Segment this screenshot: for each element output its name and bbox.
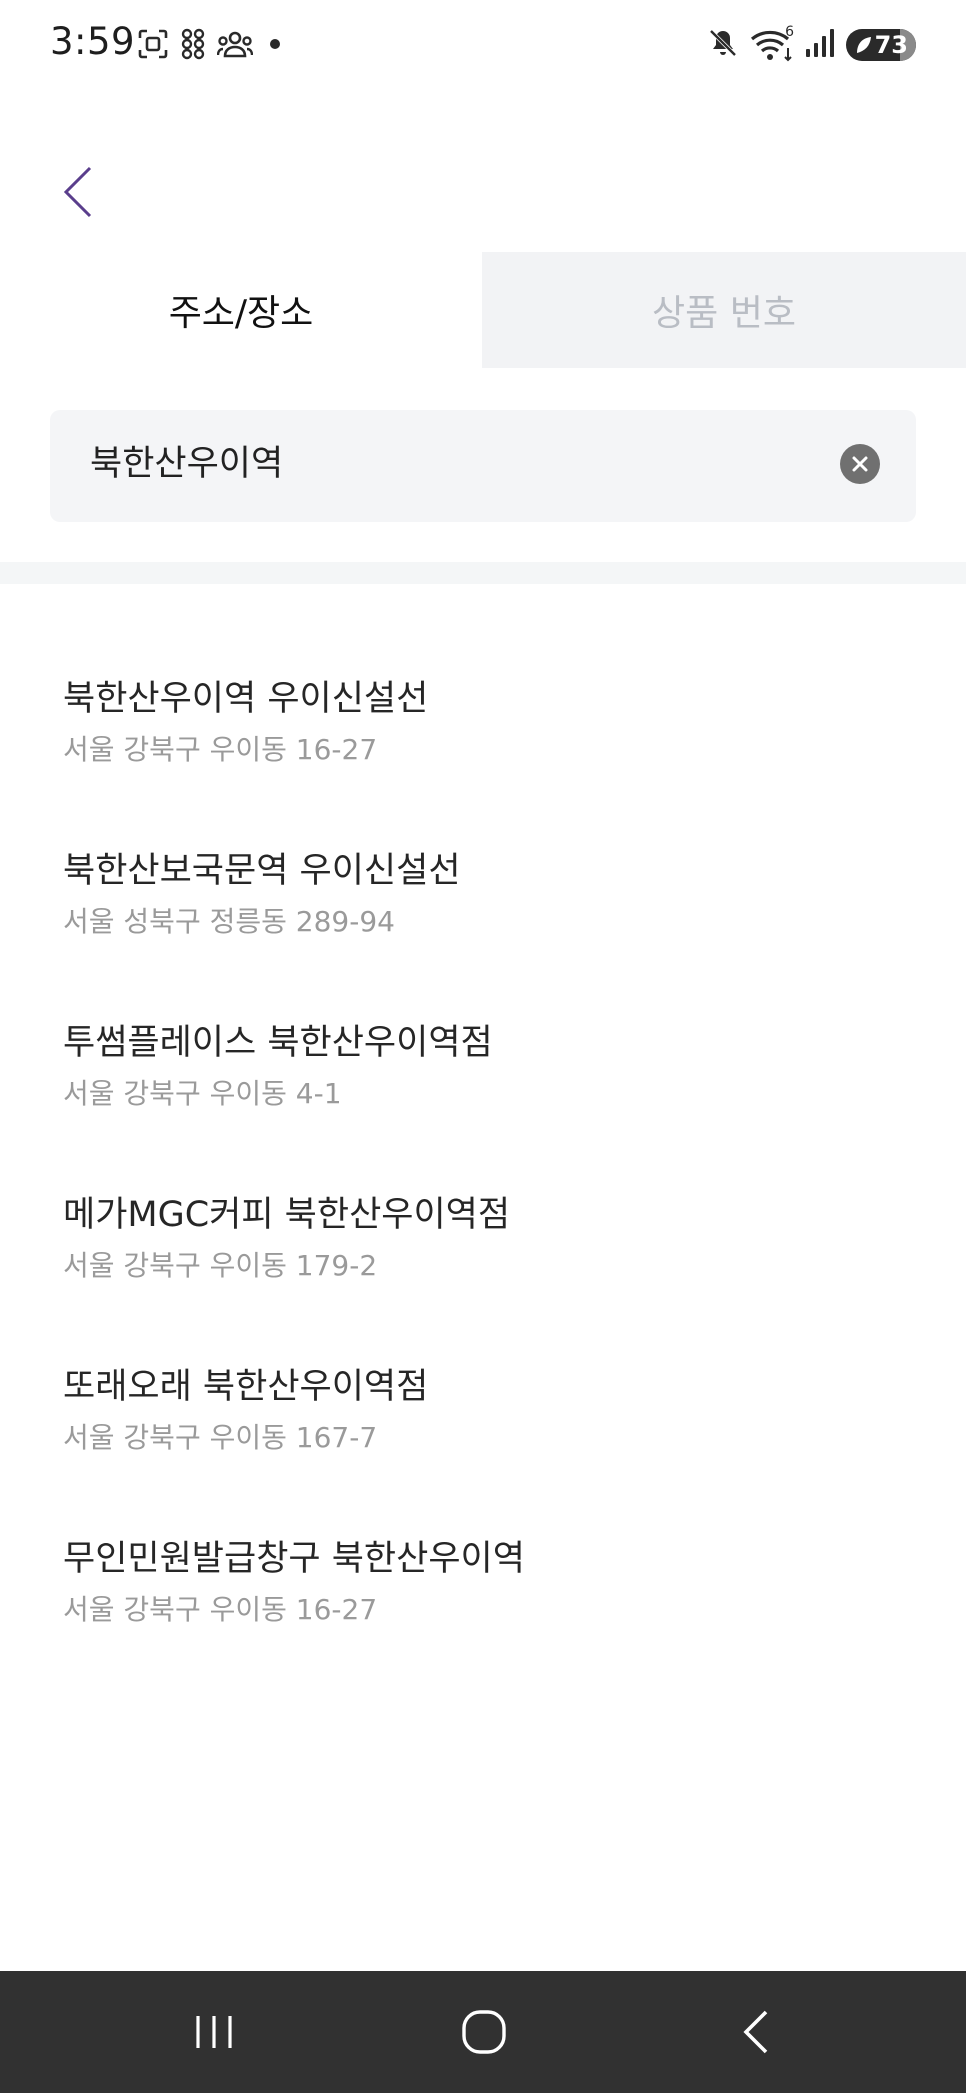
search-box [50,410,916,522]
list-item[interactable]: 또래오래 북한산우이역점 서울 강북구 우이동 167-7 [0,1364,966,1536]
list-item[interactable]: 메가MGC커피 북한산우이역점 서울 강북구 우이동 179-2 [0,1192,966,1364]
clear-search-button[interactable] [840,444,880,484]
status-bar: 3:59 6 73 [0,0,966,90]
battery-saver-icon [857,37,871,53]
section-divider [0,562,966,584]
result-title: 무인민원발급창구 북한산우이역 [63,1539,525,1579]
result-title: 북한산우이역 우이신설선 [63,679,429,719]
battery-percent: 73 [874,31,908,59]
home-icon [462,2010,506,2054]
status-icons-right: 6 73 [706,24,916,66]
result-address: 서울 강북구 우이동 16-27 [63,733,378,766]
result-address: 서울 강북구 우이동 16-27 [63,1593,378,1626]
result-address: 서울 강북구 우이동 179-2 [63,1249,378,1282]
people-icon [216,29,254,63]
back-icon [743,2010,768,2054]
app-grid-icon [181,28,205,64]
mute-icon [706,26,740,64]
system-back-button[interactable] [696,1971,816,2093]
signal-icon [804,27,836,63]
back-button[interactable] [56,162,104,222]
result-title: 북한산보국문역 우이신설선 [63,851,461,891]
tab-address-place[interactable]: 주소/장소 [0,252,482,368]
search-input[interactable] [90,410,830,510]
tab-label: 상품 번호 [652,293,796,334]
recent-apps-button[interactable] [154,1971,274,2093]
recent-apps-icon [196,2016,232,2048]
result-address: 서울 강북구 우이동 4-1 [63,1077,342,1110]
search-results-list: 북한산우이역 우이신설선 서울 강북구 우이동 16-27 북한산보국문역 우이… [0,676,966,1708]
list-item[interactable]: 북한산우이역 우이신설선 서울 강북구 우이동 16-27 [0,676,966,848]
search-type-tabs: 주소/장소 상품 번호 [0,252,966,368]
result-address: 서울 성북구 정릉동 289-94 [63,905,395,938]
wifi-label: 6 [785,24,794,40]
clear-circle-icon [852,456,868,472]
home-button[interactable] [424,1971,544,2093]
list-item[interactable]: 북한산보국문역 우이신설선 서울 성북구 정릉동 289-94 [0,848,966,1020]
list-item[interactable]: 무인민원발급창구 북한산우이역 서울 강북구 우이동 16-27 [0,1536,966,1708]
result-title: 메가MGC커피 북한산우이역점 [63,1195,511,1235]
tab-label: 주소/장소 [168,293,314,334]
chevron-left-icon [63,166,92,218]
wifi-icon: 6 [750,24,794,62]
status-time: 3:59 [50,20,136,63]
result-title: 또래오래 북한산우이역점 [63,1367,429,1407]
tab-product-number[interactable]: 상품 번호 [482,252,966,368]
battery-icon: 73 [846,29,916,61]
status-icons-left [137,26,285,66]
screenshot-icon [137,28,169,64]
result-address: 서울 강북구 우이동 167-7 [63,1421,378,1454]
system-nav-bar [0,1971,966,2093]
list-item[interactable]: 투썸플레이스 북한산우이역점 서울 강북구 우이동 4-1 [0,1020,966,1192]
dot-icon [265,34,285,58]
result-title: 투썸플레이스 북한산우이역점 [63,1023,493,1063]
